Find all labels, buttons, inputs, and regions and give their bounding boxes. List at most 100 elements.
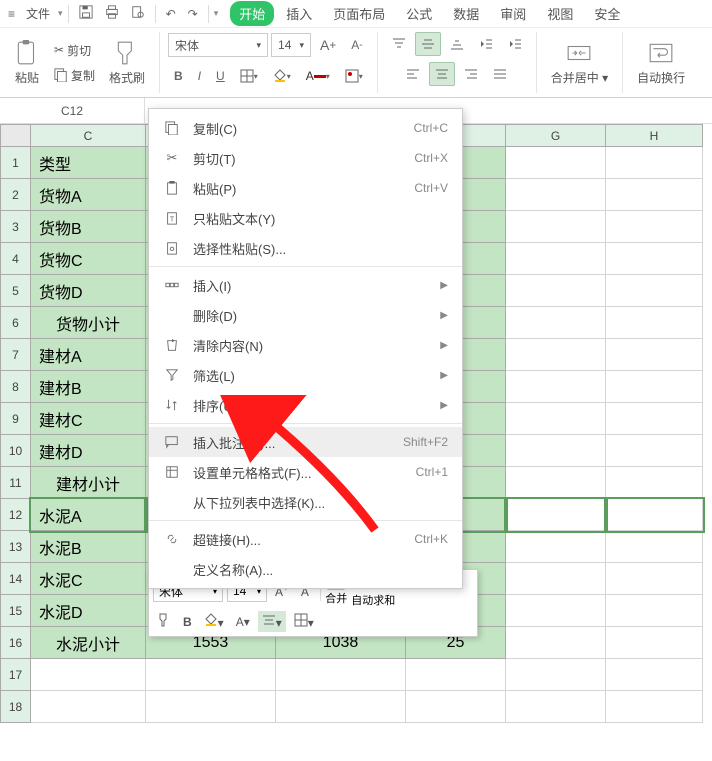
- underline-button[interactable]: U: [210, 64, 231, 88]
- ctx-y[interactable]: T只粘贴文本(Y): [149, 203, 462, 233]
- cell[interactable]: [606, 659, 703, 691]
- row-header[interactable]: 6: [1, 307, 31, 339]
- tab-start[interactable]: 开始: [230, 1, 274, 26]
- decrease-indent-button[interactable]: [473, 32, 499, 56]
- merge-cells-button[interactable]: 合并居中 ▾: [545, 37, 614, 89]
- row-header[interactable]: 5: [1, 275, 31, 307]
- cell[interactable]: [506, 403, 606, 435]
- increase-font-button[interactable]: A+: [314, 32, 342, 58]
- ctx-s[interactable]: 选择性粘贴(S)...: [149, 233, 462, 263]
- cell[interactable]: [506, 371, 606, 403]
- cell[interactable]: [606, 403, 703, 435]
- ctx-c[interactable]: 复制(C)Ctrl+C: [149, 113, 462, 143]
- align-top-button[interactable]: [386, 32, 412, 56]
- hamburger-icon[interactable]: ≡: [5, 7, 18, 21]
- row-header[interactable]: 3: [1, 211, 31, 243]
- cell[interactable]: [606, 147, 703, 179]
- mini-align[interactable]: ▾: [258, 611, 286, 632]
- mini-format-painter[interactable]: [153, 611, 175, 632]
- cell[interactable]: 建材C: [31, 403, 146, 435]
- ctx-l[interactable]: 筛选(L)▶: [149, 360, 462, 390]
- cell[interactable]: [506, 179, 606, 211]
- cell[interactable]: [506, 659, 606, 691]
- row-header[interactable]: 8: [1, 371, 31, 403]
- mini-bold[interactable]: B: [179, 613, 196, 631]
- mini-font-color[interactable]: A▾: [232, 613, 254, 631]
- col-header[interactable]: H: [606, 125, 703, 147]
- ctx-p[interactable]: 粘贴(P)Ctrl+V: [149, 173, 462, 203]
- name-box[interactable]: C12: [0, 98, 145, 123]
- wrap-text-button[interactable]: 自动换行: [631, 37, 691, 89]
- cell[interactable]: [506, 211, 606, 243]
- cell[interactable]: [606, 595, 703, 627]
- tab-data[interactable]: 数据: [444, 1, 488, 26]
- cell[interactable]: [606, 531, 703, 563]
- cell[interactable]: 水泥A: [31, 499, 146, 531]
- print-preview-icon[interactable]: [126, 2, 150, 25]
- chevron-down-icon[interactable]: ▾: [214, 8, 219, 19]
- row-header[interactable]: 7: [1, 339, 31, 371]
- font-color-button[interactable]: A▾: [300, 64, 336, 88]
- cell[interactable]: [506, 467, 606, 499]
- ctx-a[interactable]: 定义名称(A)...: [149, 554, 462, 584]
- cell[interactable]: [606, 371, 703, 403]
- row-header[interactable]: 16: [1, 627, 31, 659]
- save-icon[interactable]: [74, 2, 98, 25]
- mini-fill[interactable]: ▾: [200, 611, 228, 632]
- cell[interactable]: 水泥D: [31, 595, 146, 627]
- tab-insert[interactable]: 插入: [277, 1, 321, 26]
- font-size-select[interactable]: 14▾: [271, 33, 311, 57]
- cell[interactable]: 货物D: [31, 275, 146, 307]
- ctx-d[interactable]: 删除(D)▶: [149, 300, 462, 330]
- cell[interactable]: [606, 627, 703, 659]
- tab-review[interactable]: 审阅: [491, 1, 535, 26]
- row-header[interactable]: 14: [1, 563, 31, 595]
- mini-borders[interactable]: ▾: [290, 611, 318, 632]
- cell[interactable]: [606, 499, 703, 531]
- ctx-t[interactable]: ✂剪切(T)Ctrl+X: [149, 143, 462, 173]
- cell[interactable]: 水泥B: [31, 531, 146, 563]
- row-header[interactable]: 9: [1, 403, 31, 435]
- cell[interactable]: 水泥C: [31, 563, 146, 595]
- align-center-button[interactable]: [429, 62, 455, 86]
- cell[interactable]: [406, 691, 506, 723]
- cell[interactable]: [606, 339, 703, 371]
- ctx-n[interactable]: 清除内容(N)▶: [149, 330, 462, 360]
- cell[interactable]: [606, 179, 703, 211]
- align-bottom-button[interactable]: [444, 32, 470, 56]
- row-header[interactable]: 17: [1, 659, 31, 691]
- cell[interactable]: [506, 499, 606, 531]
- cell[interactable]: [606, 467, 703, 499]
- cell[interactable]: [506, 691, 606, 723]
- cell[interactable]: [506, 531, 606, 563]
- cell[interactable]: 建材小计: [31, 467, 146, 499]
- cell[interactable]: [276, 691, 406, 723]
- tab-formula[interactable]: 公式: [397, 1, 441, 26]
- row-header[interactable]: 1: [1, 147, 31, 179]
- fill-color-button[interactable]: ▾: [267, 64, 297, 88]
- cell[interactable]: [146, 659, 276, 691]
- paste-button[interactable]: 粘贴: [8, 37, 46, 89]
- col-header[interactable]: G: [506, 125, 606, 147]
- row-header[interactable]: 15: [1, 595, 31, 627]
- tab-security[interactable]: 安全: [585, 1, 629, 26]
- cell[interactable]: [506, 595, 606, 627]
- cell[interactable]: [606, 691, 703, 723]
- row-header[interactable]: 4: [1, 243, 31, 275]
- increase-indent-button[interactable]: [502, 32, 528, 56]
- cell[interactable]: [31, 691, 146, 723]
- file-menu[interactable]: 文件: [20, 1, 56, 26]
- chevron-down-icon[interactable]: ▾: [58, 8, 63, 19]
- cell[interactable]: [506, 243, 606, 275]
- cell[interactable]: [31, 659, 146, 691]
- align-middle-button[interactable]: [415, 32, 441, 56]
- print-icon[interactable]: [100, 2, 124, 25]
- row-header[interactable]: 13: [1, 531, 31, 563]
- cell[interactable]: [606, 211, 703, 243]
- cell[interactable]: [506, 275, 606, 307]
- select-all-corner[interactable]: [1, 125, 31, 147]
- cut-button[interactable]: ✂剪切: [50, 40, 99, 61]
- ctx-k[interactable]: 从下拉列表中选择(K)...: [149, 487, 462, 517]
- cell[interactable]: 货物A: [31, 179, 146, 211]
- cell[interactable]: [146, 691, 276, 723]
